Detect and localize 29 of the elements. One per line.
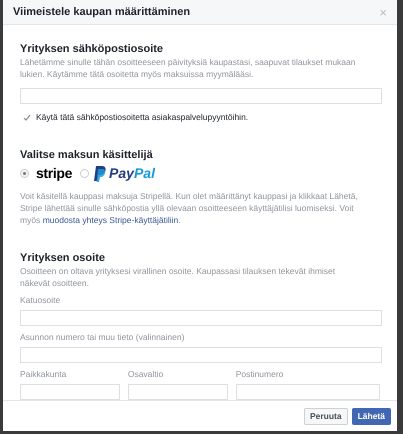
checkbox[interactable] [22,113,31,122]
field-label: Katuosoite [20,294,62,306]
paypal-logo: PayPal [109,164,155,184]
input-field[interactable] [20,310,382,326]
field-label: Osavaltio [128,368,164,380]
dialog-title: Viimeistele kaupan määrittäminen [13,4,190,20]
input-field[interactable] [20,88,382,104]
section-description: Voit käsitellä kauppasi maksuja Stripellä. Kun olet määrittänyt kauppasi ja klikkaat Lähetä, Stripe lähettää sinulle sähköpostia yllä olevaan osoitteeseen käyttäjätilisi luomiseksi. Voit myös muodosta yhteys Stripe-käyttäjätiliin. [20,190,359,226]
section-heading: Yrityksen osoite [20,252,106,266]
stripe-link[interactable]: muodosta yhteys Stripe-käyttäjätiliin [42,215,178,226]
cancel-button[interactable]: Peruuta [304,408,348,425]
field-label: Asunnon numero tai muu tieto (valinnainen) [20,331,186,344]
field-label: Postinumero [236,368,284,380]
paypal-p-icon [93,166,106,182]
input-field[interactable] [20,347,382,364]
input-field[interactable] [128,384,228,400]
check-icon [22,114,30,122]
input-field[interactable] [236,384,380,400]
checkbox-label: Käytä tätä sähköpostiosoitetta asiakaspalvelupyyntöihin. [36,111,248,124]
field-label: Paikkakunta [20,368,68,380]
submit-button[interactable]: Lähetä [352,408,391,425]
stripe-logo: stripe [36,164,72,184]
section-heading: Yrityksen sähköpostiosoite [20,43,164,56]
section-description: Lähetämme sinulle tähän osoitteeseen päivityksiä kaupastasi, saapuvat tilaukset mukaan lukien. Käytämme tätä osoitetta myös maksuissa myymälääsi. [20,56,356,80]
section-description: Osoitteen on oltava yrityksesi virallinen osoite. Kaupassasi tilauksen tekevät ihmiset näkevät osoitteen. [20,265,336,290]
input-field[interactable] [20,384,120,400]
radio-button[interactable] [80,169,90,178]
section-heading: Valitse maksun käsittelijä [20,149,154,162]
radio-button[interactable] [20,169,29,178]
